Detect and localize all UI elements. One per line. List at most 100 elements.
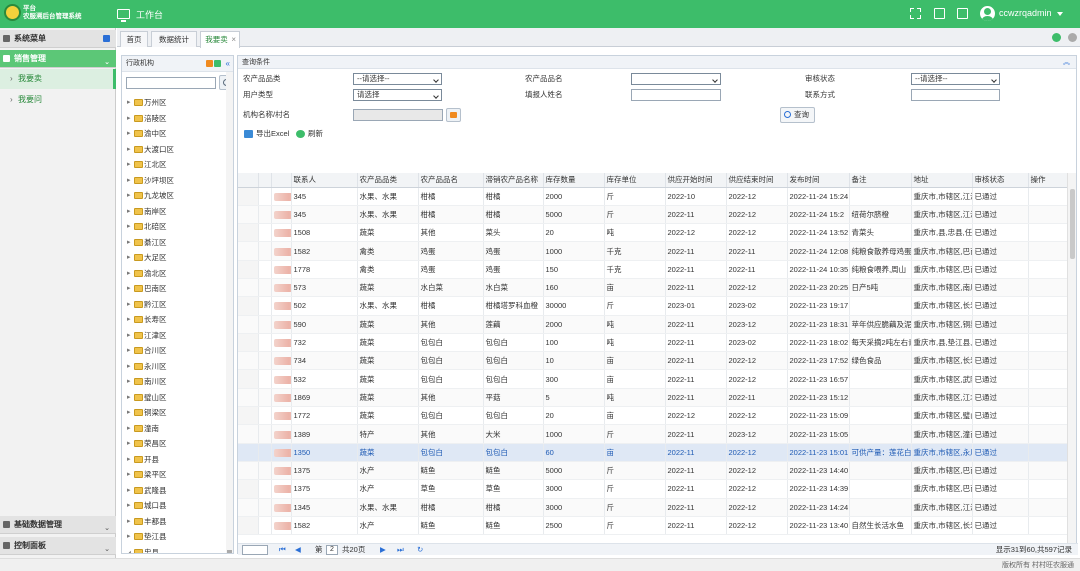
column-header[interactable]: 农产品品名 bbox=[418, 173, 484, 188]
tree-node[interactable]: 黔江区 bbox=[127, 298, 167, 312]
tree-node[interactable]: 渝中区 bbox=[127, 127, 167, 141]
cell-actions[interactable] bbox=[1028, 443, 1069, 462]
cell-actions[interactable] bbox=[1028, 498, 1069, 517]
tree-node[interactable]: 九龙坡区 bbox=[127, 189, 174, 203]
settings-icon[interactable] bbox=[1068, 33, 1077, 42]
column-header[interactable]: 滞销农产品名称 bbox=[483, 173, 544, 188]
tree-node[interactable]: 涪陵区 bbox=[127, 112, 167, 126]
tree-node[interactable]: 丰都县 bbox=[127, 515, 167, 529]
username[interactable]: ccwzrqadmin bbox=[999, 8, 1052, 18]
search-button[interactable]: 查询 bbox=[780, 107, 815, 123]
table-row[interactable]: 1869 蔬菜 其他 平菇 5 吨 2022-11 2022-11 2022-11-23 15:… bbox=[238, 388, 1069, 408]
tree-node[interactable]: 永川区 bbox=[127, 360, 167, 374]
table-row[interactable]: 1778 禽类 鸡蛋 鸡蛋 150 千克 2022-11 2022-11 2022-11-24 … bbox=[238, 260, 1069, 279]
tree-node[interactable]: 梁平区 bbox=[127, 468, 167, 482]
refresh-icon[interactable] bbox=[1052, 33, 1061, 42]
tree-node[interactable]: 开县 bbox=[127, 453, 159, 467]
table-row[interactable]: 1582 禽类 鸡蛋 鸡蛋 1000 千克 2022-11 2022-11 2022-11-24… bbox=[238, 241, 1069, 261]
column-header[interactable]: 审核状态 bbox=[972, 173, 1029, 188]
column-header[interactable]: 供应开始时间 bbox=[665, 173, 727, 188]
cell-actions[interactable] bbox=[1028, 187, 1069, 206]
table-row[interactable]: 1345 水果、水果 柑橘 柑橘 3000 斤 2022-11 2022-12 2022-11-… bbox=[238, 498, 1069, 517]
contact-input[interactable] bbox=[911, 89, 1000, 101]
cell-actions[interactable] bbox=[1028, 461, 1069, 481]
table-row[interactable]: 1375 水产 鲢鱼 鲢鱼 5000 斤 2022-11 2022-12 2022-11-23 … bbox=[238, 461, 1069, 481]
tree-node[interactable]: 万州区 bbox=[127, 96, 167, 110]
expand-icon[interactable] bbox=[206, 60, 213, 67]
user-type-select[interactable]: 请选择 bbox=[353, 89, 442, 101]
tree-node[interactable]: 綦江区 bbox=[127, 236, 167, 250]
tree-node[interactable]: 武隆县 bbox=[127, 484, 167, 498]
product-name-select[interactable] bbox=[631, 73, 721, 85]
product-category-select[interactable]: --请选择-- bbox=[353, 73, 442, 85]
cell-actions[interactable] bbox=[1028, 406, 1069, 426]
table-row[interactable]: 1375 水产 草鱼 草鱼 3000 斤 2022-11 2022-12 2022-11-23 … bbox=[238, 479, 1069, 499]
sidebar-item-sell[interactable]: 我要卖 bbox=[0, 69, 116, 89]
tree-node[interactable]: 南川区 bbox=[127, 375, 167, 389]
collapse-icon[interactable]: « bbox=[226, 56, 230, 72]
table-row[interactable]: 732 蔬菜 包包白 包包白 100 吨 2022-11 2023-02 2022-11-23 … bbox=[238, 333, 1069, 353]
prev-page-icon[interactable]: ◀ bbox=[295, 544, 301, 556]
table-row[interactable]: 1389 特产 其他 大米 1000 斤 2022-11 2023-12 2022-11-23 … bbox=[238, 424, 1069, 444]
cell-actions[interactable] bbox=[1028, 260, 1069, 279]
grid-scrollbar[interactable] bbox=[1067, 173, 1076, 549]
column-header[interactable]: 发布时间 bbox=[787, 173, 850, 188]
tree-node[interactable]: 渝北区 bbox=[127, 267, 167, 281]
export-excel-button[interactable]: 导出Excel bbox=[244, 128, 289, 140]
table-row[interactable]: 502 水果、水果 柑橘 柑橘塔罗科血橙 30000 斤 2023-01 2023-02 202… bbox=[238, 296, 1069, 316]
tree-node[interactable]: 巴南区 bbox=[127, 282, 167, 296]
table-row[interactable]: 1582 水产 鲢鱼 鲢鱼 2500 斤 2022-11 2022-12 2022-11-23 … bbox=[238, 516, 1069, 536]
table-row[interactable]: 573 蔬菜 水白菜 水白菜 160 亩 2022-11 2022-12 2022-11-23 … bbox=[238, 278, 1069, 298]
calendar-icon[interactable] bbox=[957, 8, 968, 19]
table-row[interactable]: 1508 蔬菜 其他 菜头 20 吨 2022-12 2022-12 2022-11-24 13… bbox=[238, 223, 1069, 243]
cell-actions[interactable] bbox=[1028, 369, 1069, 389]
sidebar-section-basic-data[interactable]: 基础数据管理 ⌄ bbox=[0, 516, 116, 534]
tree-node[interactable]: 荣昌区 bbox=[127, 437, 167, 451]
tab-sell[interactable]: 我要卖 bbox=[200, 31, 240, 48]
chevron-down-icon[interactable] bbox=[1057, 12, 1063, 16]
page-size-select[interactable] bbox=[242, 545, 268, 555]
tree-node[interactable]: 江北区 bbox=[127, 158, 167, 172]
tab-home[interactable]: 首页 bbox=[120, 31, 148, 47]
tree-node[interactable]: 璧山区 bbox=[127, 391, 167, 405]
tree-scrollbar[interactable] bbox=[226, 72, 233, 553]
tree-node[interactable]: 大足区 bbox=[127, 251, 167, 265]
cell-actions[interactable] bbox=[1028, 351, 1069, 371]
tree-node[interactable]: 潼南 bbox=[127, 422, 159, 436]
refresh-icon[interactable] bbox=[214, 60, 221, 67]
column-header[interactable]: 操作 bbox=[1028, 173, 1069, 188]
cell-actions[interactable] bbox=[1028, 223, 1069, 243]
tree-node[interactable]: 江津区 bbox=[127, 329, 167, 343]
cell-actions[interactable] bbox=[1028, 278, 1069, 298]
workspace-button[interactable]: 工作台 bbox=[117, 6, 163, 22]
column-header[interactable]: 地址 bbox=[911, 173, 973, 188]
column-header[interactable]: 联系人 bbox=[291, 173, 358, 188]
org-village-input[interactable] bbox=[353, 109, 443, 121]
next-page-icon[interactable]: ▶ bbox=[380, 544, 386, 556]
last-page-icon[interactable]: ⏭ bbox=[397, 544, 404, 556]
tree-node[interactable]: 忠县 bbox=[127, 546, 159, 553]
tree-node[interactable]: 铜梁区 bbox=[127, 406, 167, 420]
cell-actions[interactable] bbox=[1028, 333, 1069, 353]
table-row[interactable]: 734 蔬菜 包包白 包包白 10 亩 2022-11 2022-12 2022-11-23 1… bbox=[238, 351, 1069, 371]
cell-actions[interactable] bbox=[1028, 315, 1069, 334]
first-page-icon[interactable]: ⏮ bbox=[279, 544, 286, 556]
filler-name-input[interactable] bbox=[631, 89, 721, 101]
tab-statistics[interactable]: 数据统计 bbox=[151, 31, 197, 47]
cell-actions[interactable] bbox=[1028, 205, 1069, 225]
cell-actions[interactable] bbox=[1028, 424, 1069, 444]
tree-node[interactable]: 合川区 bbox=[127, 344, 167, 358]
sidebar-item-ask[interactable]: 我要问 bbox=[0, 90, 116, 110]
sidebar-section-system-menu[interactable]: 系统菜单 bbox=[0, 30, 116, 48]
sidebar-section-control-panel[interactable]: 控制面板 ⌄ bbox=[0, 537, 116, 555]
tree-node[interactable]: 沙坪坝区 bbox=[127, 174, 174, 188]
table-row[interactable]: 345 水果、水果 柑橘 柑橘 2000 斤 2022-10 2022-12 2022-11-2… bbox=[238, 187, 1069, 206]
page-input[interactable]: 2 bbox=[326, 545, 338, 555]
table-row[interactable]: 1772 蔬菜 包包白 包包白 20 亩 2022-12 2022-12 2022-11-23 … bbox=[238, 406, 1069, 426]
tree-node[interactable]: 北碚区 bbox=[127, 220, 167, 234]
refresh-button[interactable]: 刷新 bbox=[296, 128, 323, 140]
clipboard-icon[interactable] bbox=[934, 8, 945, 19]
cell-actions[interactable] bbox=[1028, 388, 1069, 408]
column-header[interactable]: 库存数量 bbox=[543, 173, 605, 188]
cell-actions[interactable] bbox=[1028, 241, 1069, 261]
